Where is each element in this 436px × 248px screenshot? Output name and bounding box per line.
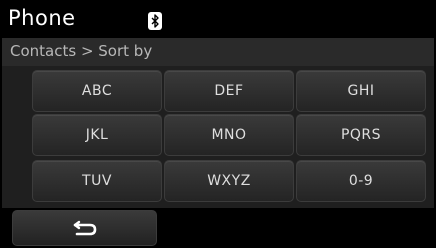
sort-key-pqrs[interactable]: PQRS <box>296 114 426 156</box>
sort-key-abc[interactable]: ABC <box>32 70 162 112</box>
bluetooth-icon <box>148 12 162 30</box>
sort-key-wxyz[interactable]: WXYZ <box>164 160 294 202</box>
back-button[interactable] <box>12 210 157 246</box>
page-title: Phone <box>8 6 76 30</box>
sort-key-def[interactable]: DEF <box>164 70 294 112</box>
sort-key-mno[interactable]: MNO <box>164 114 294 156</box>
back-arrow-icon <box>73 220 96 236</box>
header: Phone <box>2 2 434 36</box>
sort-key-tuv[interactable]: TUV <box>32 160 162 202</box>
sort-key-jkl[interactable]: JKL <box>32 114 162 156</box>
sort-key-ghi[interactable]: GHI <box>296 70 426 112</box>
breadcrumb: Contacts > Sort by <box>2 38 434 66</box>
screen: Phone Contacts > Sort by ABC DEF GHI JKL… <box>0 0 436 248</box>
sort-key-0-9[interactable]: 0-9 <box>296 160 426 202</box>
breadcrumb-text: Contacts > Sort by <box>10 42 153 60</box>
